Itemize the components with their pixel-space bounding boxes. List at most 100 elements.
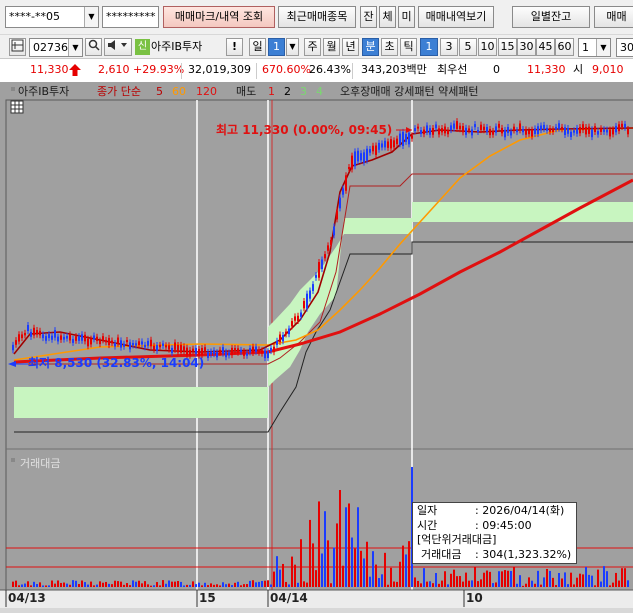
- candle: [393, 140, 395, 148]
- candle: [87, 338, 89, 347]
- tab-day[interactable]: 일: [249, 38, 266, 56]
- candle: [15, 340, 17, 345]
- tab-minute[interactable]: 분: [362, 38, 379, 56]
- volume-bar: [141, 583, 143, 587]
- volume-bar: [246, 584, 248, 587]
- tooltip-time-value: : 09:45:00: [475, 518, 532, 532]
- volume-bar: [171, 581, 173, 587]
- interval-10[interactable]: 10: [478, 38, 497, 56]
- grid-icon[interactable]: [10, 100, 24, 114]
- tab-second[interactable]: 초: [381, 38, 398, 56]
- candle: [411, 135, 413, 139]
- chevron-down-icon[interactable]: ▼: [68, 39, 82, 56]
- stock-code-input[interactable]: 027360 ▼: [29, 38, 83, 57]
- interval-1[interactable]: 1: [420, 38, 438, 56]
- chevron-down-icon[interactable]: ▼: [84, 7, 98, 27]
- candle: [264, 350, 266, 359]
- volume-bar: [231, 585, 233, 587]
- candle: [150, 339, 152, 347]
- candle: [288, 328, 290, 335]
- candle: [558, 123, 560, 129]
- recent-trades-button[interactable]: 최근매매종목: [278, 6, 356, 28]
- interval-30[interactable]: 30: [517, 38, 536, 56]
- best-bid-value: 11,330: [527, 63, 566, 76]
- volume-bar: [204, 582, 206, 587]
- candle: [75, 336, 77, 341]
- price-chart[interactable]: 아주IB투자 종가 단순 5 60 120 매도 1 2 3 4 오후장매매 강…: [0, 82, 633, 613]
- change-rate: +29.93%: [133, 63, 185, 76]
- volume-bar: [375, 564, 377, 587]
- candle: [156, 344, 158, 351]
- candle: [279, 334, 281, 343]
- candle: [426, 125, 428, 133]
- chevron-down-icon[interactable]: ▼: [286, 38, 299, 56]
- speaker-icon[interactable]: [104, 38, 132, 56]
- tab-tick[interactable]: 틱: [400, 38, 417, 56]
- chevron-down-icon[interactable]: ▼: [596, 39, 610, 56]
- candle: [27, 324, 29, 332]
- candle: [12, 344, 14, 351]
- volume-bar: [618, 580, 620, 587]
- period-value[interactable]: 1: [268, 38, 285, 56]
- volume-panel-label: 거래대금: [20, 457, 60, 470]
- warning-button[interactable]: !: [226, 38, 243, 56]
- horizontal-scrollbar[interactable]: [0, 608, 633, 613]
- interval-45[interactable]: 45: [536, 38, 555, 56]
- candle: [336, 210, 338, 220]
- interval-3[interactable]: 3: [440, 38, 458, 56]
- candle: [39, 330, 41, 336]
- balance-button[interactable]: 잔: [360, 6, 377, 28]
- volume-bar: [603, 566, 605, 587]
- tab-week[interactable]: 주: [304, 38, 321, 56]
- range-input[interactable]: 30: [616, 38, 633, 57]
- candle: [501, 127, 503, 134]
- candle: [354, 151, 356, 167]
- candle: [246, 353, 248, 356]
- volume-bar: [414, 577, 416, 587]
- account-select[interactable]: ****-**05 ▼: [5, 6, 99, 28]
- volume-bar: [447, 584, 449, 587]
- volume-bar: [15, 580, 17, 587]
- open-value: 9,010: [592, 63, 624, 76]
- data-tooltip: 일자: 2026/04/14(화) 시간: 09:45:00 [억단위거래대금]…: [412, 502, 577, 564]
- volume-bar: [342, 565, 344, 587]
- history-view-button[interactable]: 매매내역보기: [418, 6, 494, 28]
- x-label-0414: 04/14: [270, 591, 308, 605]
- candle: [102, 336, 104, 341]
- tab-month[interactable]: 월: [323, 38, 340, 56]
- candle: [225, 351, 227, 358]
- candle: [162, 343, 164, 346]
- candle: [345, 175, 347, 191]
- candle: [285, 331, 287, 335]
- settings-icon[interactable]: [9, 38, 26, 56]
- candle: [564, 127, 566, 136]
- count-select[interactable]: 1 ▼: [578, 38, 611, 57]
- interval-5[interactable]: 5: [459, 38, 477, 56]
- daily-balance-button[interactable]: 일별잔고: [512, 6, 590, 28]
- candle: [561, 126, 563, 130]
- volume-bar: [189, 584, 191, 587]
- candle: [513, 126, 515, 131]
- candle: [159, 344, 161, 348]
- candle: [495, 126, 497, 133]
- candle: [57, 336, 59, 342]
- tooltip-section: [억단위거래대금]: [417, 533, 497, 546]
- unfilled-button[interactable]: 미: [398, 6, 415, 28]
- interval-60[interactable]: 60: [555, 38, 574, 56]
- candle: [381, 143, 383, 148]
- interval-15[interactable]: 15: [498, 38, 517, 56]
- tab-year[interactable]: 년: [342, 38, 359, 56]
- volume-bar: [300, 539, 302, 587]
- candle: [609, 129, 611, 137]
- tooltip-time-label: 시간: [417, 518, 438, 532]
- volume-bar: [348, 503, 350, 587]
- trade-mark-button[interactable]: 매매마크/내역 조회: [163, 6, 275, 28]
- candle: [534, 128, 536, 134]
- trade-button[interactable]: 매매: [594, 6, 633, 28]
- fill-button[interactable]: 체: [379, 6, 396, 28]
- search-icon[interactable]: [85, 38, 102, 56]
- legend-ma60: 60: [172, 85, 186, 98]
- volume-bar: [519, 575, 521, 587]
- volume-bar: [180, 581, 182, 587]
- password-field[interactable]: *********: [102, 6, 159, 28]
